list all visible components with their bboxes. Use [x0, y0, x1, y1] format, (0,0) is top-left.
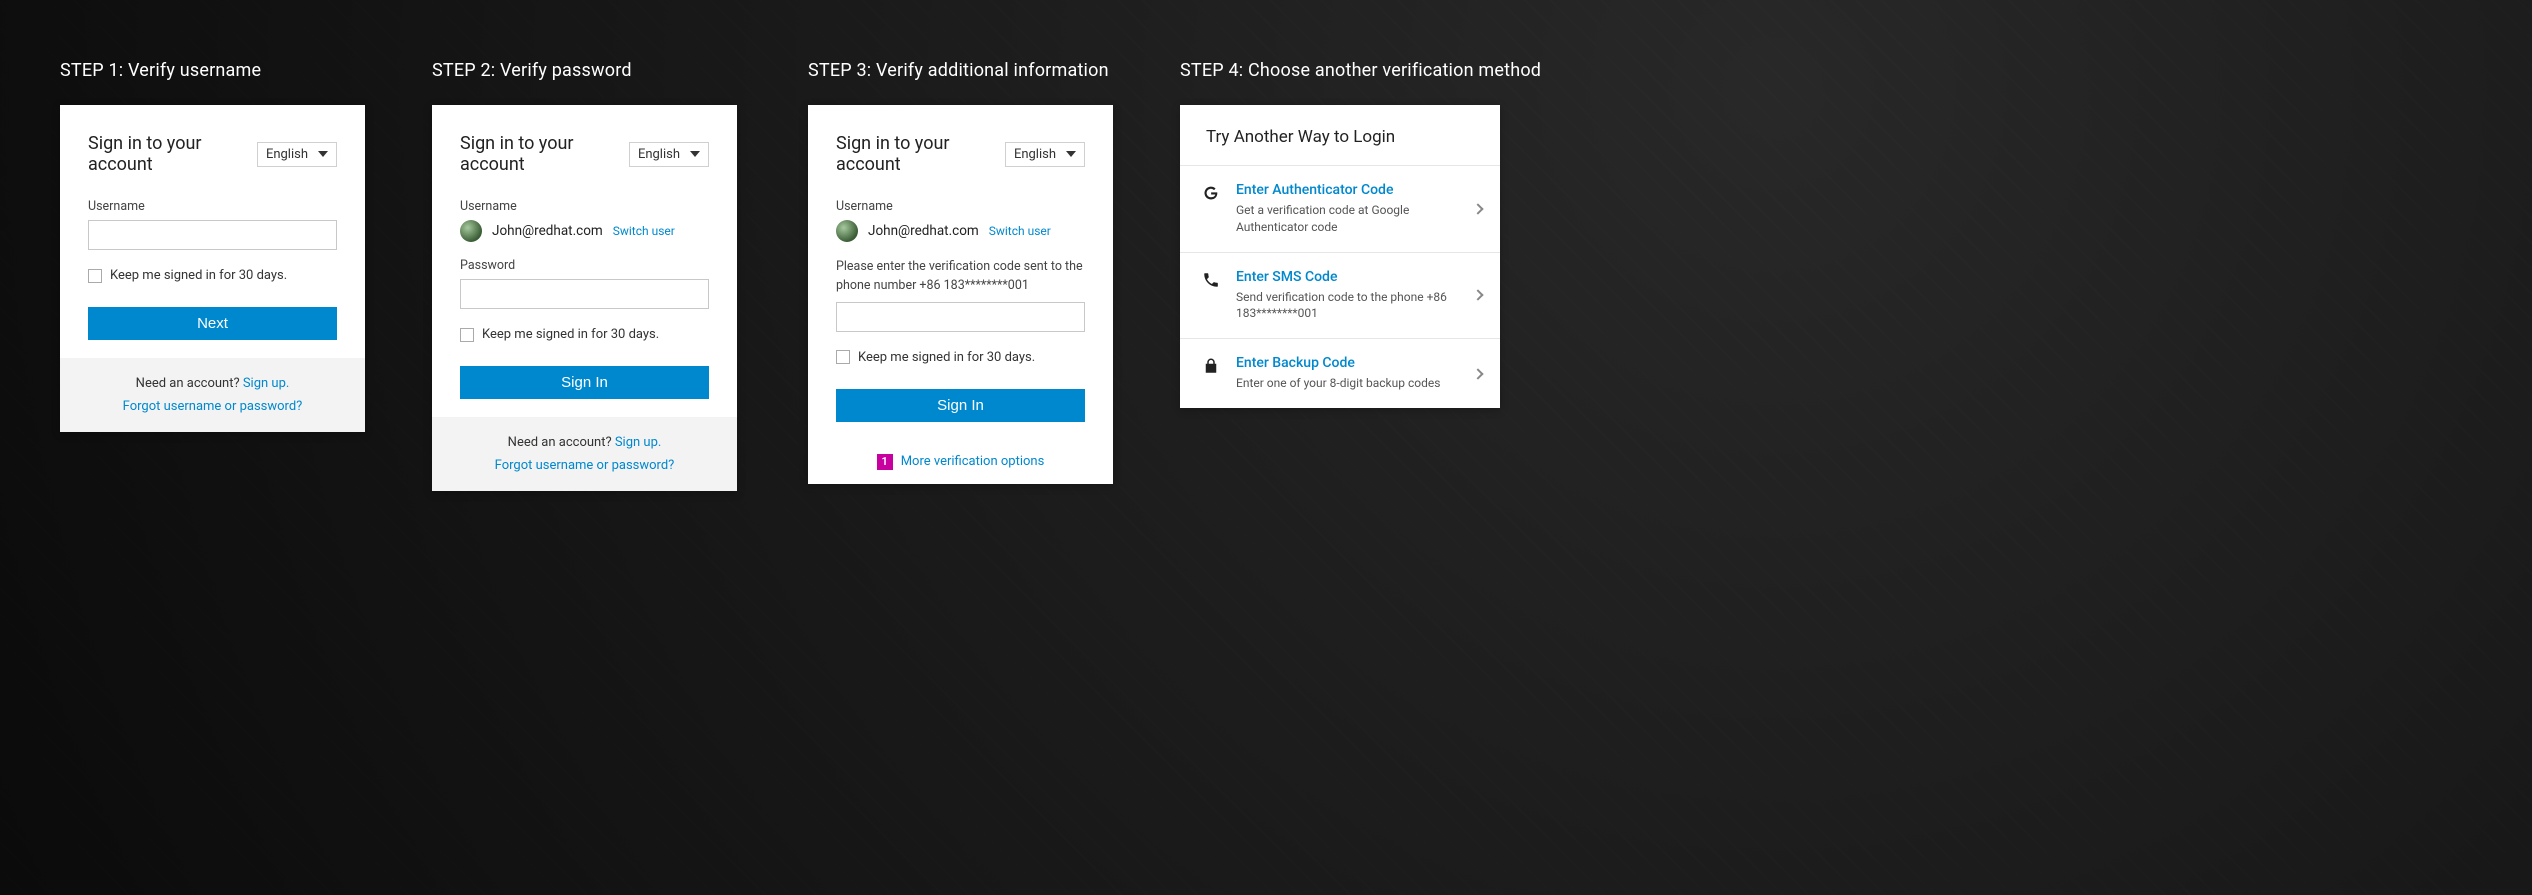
user-email: John@redhat.com — [492, 223, 603, 239]
forgot-link[interactable]: Forgot username or password? — [123, 399, 303, 414]
switch-user-link[interactable]: Switch user — [613, 224, 675, 238]
keep-signed-label: Keep me signed in for 30 days. — [858, 350, 1035, 365]
password-label: Password — [460, 258, 709, 273]
verification-help-text: Please enter the verification code sent … — [836, 258, 1085, 296]
language-select[interactable]: English — [629, 142, 709, 167]
caret-down-icon — [318, 151, 328, 157]
step-4-label: STEP 4: Choose another verification meth… — [1180, 60, 1541, 81]
username-label: Username — [836, 199, 1085, 214]
method-label: Enter Backup Code — [1236, 355, 1458, 371]
options-count-badge: 1 — [877, 454, 893, 470]
next-button[interactable]: Next — [88, 307, 337, 340]
keep-signed-label: Keep me signed in for 30 days. — [110, 268, 287, 283]
verification-code-input[interactable] — [836, 302, 1085, 332]
signin-button[interactable]: Sign In — [460, 366, 709, 399]
keep-signed-checkbox[interactable] — [88, 269, 102, 283]
more-options-row[interactable]: 1 More verification options — [808, 440, 1113, 484]
password-input[interactable] — [460, 279, 709, 309]
username-label: Username — [88, 199, 337, 214]
method-desc: Get a verification code at Google Authen… — [1236, 202, 1458, 236]
method-label: Enter SMS Code — [1236, 269, 1458, 285]
signin-title: Sign in to your account — [88, 133, 257, 175]
caret-down-icon — [690, 151, 700, 157]
forgot-link[interactable]: Forgot username or password? — [495, 458, 675, 473]
language-select[interactable]: English — [1005, 142, 1085, 167]
keep-signed-checkbox[interactable] — [460, 328, 474, 342]
keep-signed-checkbox[interactable] — [836, 350, 850, 364]
switch-user-link[interactable]: Switch user — [989, 224, 1051, 238]
method-desc: Send verification code to the phone +86 … — [1236, 289, 1458, 323]
user-email: John@redhat.com — [868, 223, 979, 239]
chevron-right-icon — [1472, 203, 1483, 214]
step-1-card: Sign in to your account English Username… — [60, 105, 365, 432]
step-3-label: STEP 3: Verify additional information — [808, 60, 1113, 81]
keep-signed-label: Keep me signed in for 30 days. — [482, 327, 659, 342]
method-sms[interactable]: Enter SMS Code Send verification code to… — [1180, 253, 1500, 340]
signup-link[interactable]: Sign up. — [243, 376, 289, 391]
chevron-right-icon — [1472, 290, 1483, 301]
signin-title: Sign in to your account — [460, 133, 629, 175]
step-2-card: Sign in to your account English Username… — [432, 105, 737, 491]
language-select[interactable]: English — [257, 142, 337, 167]
caret-down-icon — [1066, 151, 1076, 157]
method-desc: Enter one of your 8-digit backup codes — [1236, 375, 1458, 392]
method-authenticator[interactable]: Enter Authenticator Code Get a verificat… — [1180, 166, 1500, 253]
phone-icon — [1202, 271, 1220, 289]
google-icon — [1202, 184, 1220, 202]
username-label: Username — [460, 199, 709, 214]
language-value: English — [638, 147, 680, 162]
another-way-title: Try Another Way to Login — [1180, 105, 1500, 166]
method-label: Enter Authenticator Code — [1236, 182, 1458, 198]
language-value: English — [1014, 147, 1056, 162]
step-2-label: STEP 2: Verify password — [432, 60, 737, 81]
more-options-link[interactable]: More verification options — [901, 454, 1045, 469]
method-backup[interactable]: Enter Backup Code Enter one of your 8-di… — [1180, 339, 1500, 408]
step-1-label: STEP 1: Verify username — [60, 60, 365, 81]
need-account-text: Need an account? — [508, 435, 615, 450]
signup-link[interactable]: Sign up. — [615, 435, 661, 450]
step-3-card: Sign in to your account English Username… — [808, 105, 1113, 484]
language-value: English — [266, 147, 308, 162]
signin-title: Sign in to your account — [836, 133, 1005, 175]
username-input[interactable] — [88, 220, 337, 250]
step-4-card: Try Another Way to Login Enter Authentic… — [1180, 105, 1500, 408]
signin-button[interactable]: Sign In — [836, 389, 1085, 422]
chevron-right-icon — [1472, 368, 1483, 379]
avatar — [836, 220, 858, 242]
avatar — [460, 220, 482, 242]
lock-icon — [1202, 357, 1220, 375]
need-account-text: Need an account? — [136, 376, 243, 391]
